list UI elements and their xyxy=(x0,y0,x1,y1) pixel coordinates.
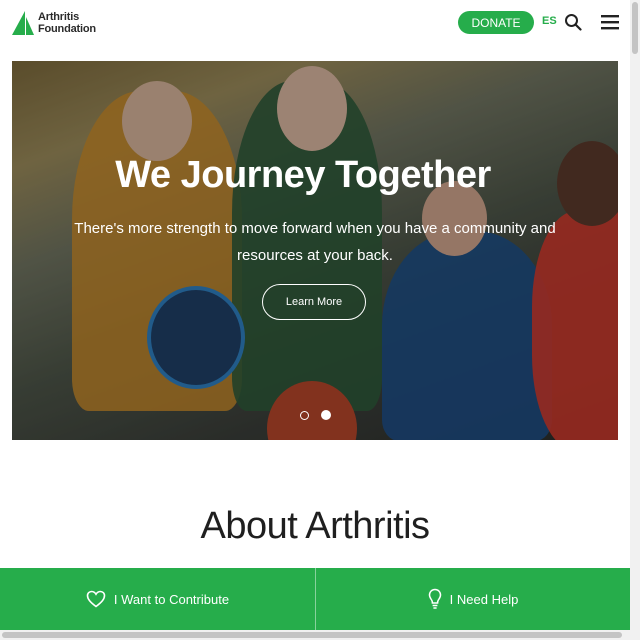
hero-subtitle: There's more strength to move forward wh… xyxy=(74,220,556,264)
horizontal-scrollbar[interactable] xyxy=(0,630,630,640)
need-help-button[interactable]: I Need Help xyxy=(316,568,630,630)
bottom-action-bar: I Want to Contribute I Need Help xyxy=(0,568,630,630)
vertical-scroll-thumb[interactable] xyxy=(632,2,638,54)
logo-mark-icon xyxy=(12,11,34,35)
need-help-label: I Need Help xyxy=(449,591,519,607)
vertical-scrollbar[interactable] xyxy=(630,0,640,640)
carousel-dot-1[interactable] xyxy=(300,411,309,420)
menu-icon[interactable] xyxy=(601,14,619,30)
site-header: Arthritis Foundation DONATE ES xyxy=(0,0,630,46)
logo-link[interactable]: Arthritis Foundation xyxy=(12,9,96,37)
donate-button[interactable]: DONATE xyxy=(458,11,534,34)
contribute-label: I Want to Contribute xyxy=(113,591,230,607)
spanish-language-link[interactable]: ES xyxy=(542,15,557,27)
hero-title: We Journey Together xyxy=(115,154,491,196)
carousel-dot-2-active[interactable] xyxy=(321,410,331,420)
logo-line-1: Arthritis xyxy=(38,11,79,23)
logo-text: Arthritis Foundation xyxy=(38,11,96,35)
heart-icon xyxy=(86,590,106,608)
horizontal-scroll-thumb[interactable] xyxy=(2,632,622,638)
contribute-button[interactable]: I Want to Contribute xyxy=(0,568,315,630)
logo-line-2: Foundation xyxy=(38,23,96,35)
search-icon[interactable] xyxy=(564,13,582,31)
lightbulb-icon xyxy=(428,588,441,609)
learn-more-button[interactable]: Learn More xyxy=(262,284,366,320)
about-arthritis-heading: About Arthritis xyxy=(200,505,430,547)
